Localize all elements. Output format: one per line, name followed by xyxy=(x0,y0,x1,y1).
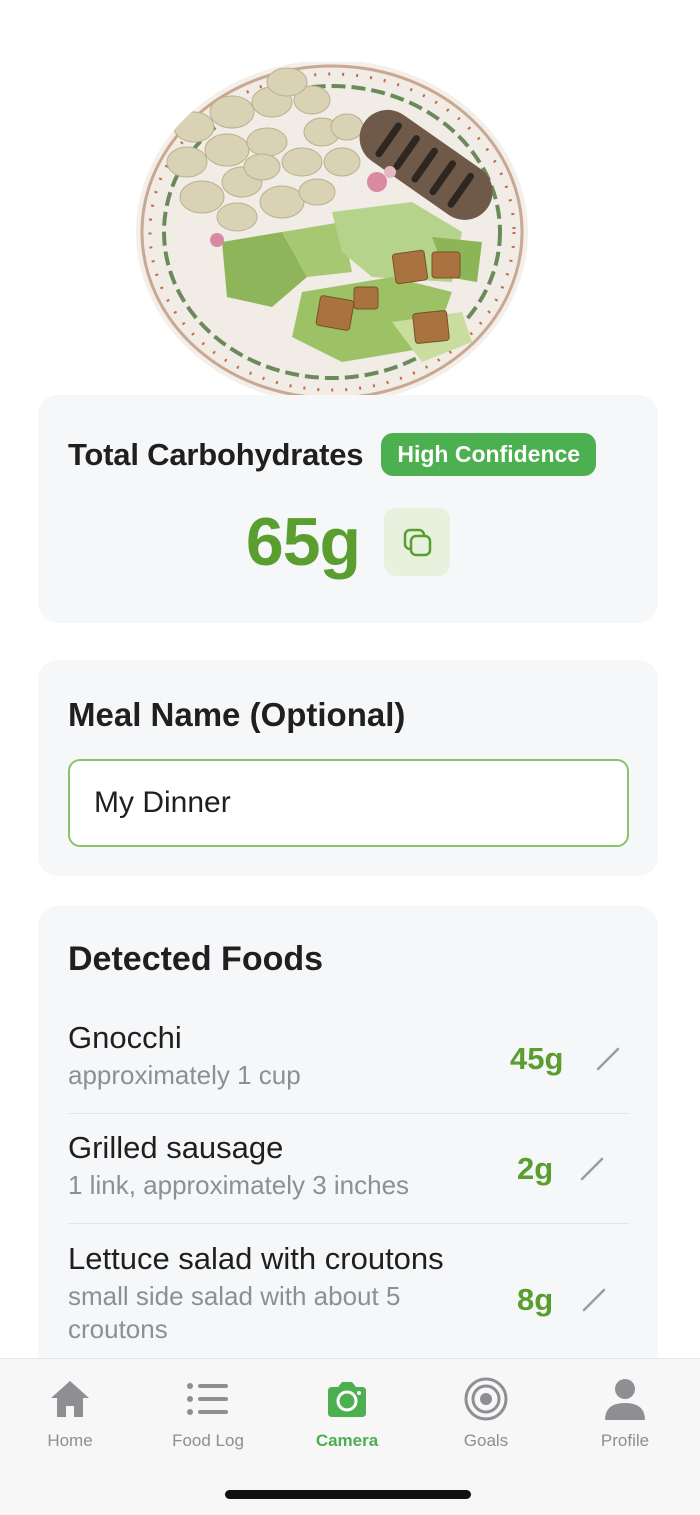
edit-icon[interactable] xyxy=(594,1045,622,1073)
food-carb-value: 8g xyxy=(517,1282,554,1317)
person-icon xyxy=(605,1379,645,1420)
food-name: Lettuce salad with croutons xyxy=(68,1241,444,1276)
tab-label: Food Log xyxy=(172,1431,244,1450)
meal-name-label: Meal Name (Optional) xyxy=(68,696,406,733)
tab-label: Goals xyxy=(463,1431,509,1450)
tab-goals[interactable]: Goals xyxy=(431,1373,541,1451)
confidence-badge: High Confidence xyxy=(381,433,597,476)
meal-name-input[interactable] xyxy=(68,759,629,847)
tab-food-log[interactable]: Food Log xyxy=(153,1373,263,1451)
copy-button[interactable] xyxy=(384,508,451,576)
carb-summary-card: Total Carbohydrates High Confidence 65g xyxy=(38,395,658,623)
edit-icon[interactable] xyxy=(578,1155,606,1183)
meal-name-card: Meal Name (Optional) xyxy=(38,660,658,876)
tab-label: Camera xyxy=(315,1431,379,1450)
home-indicator[interactable] xyxy=(225,1490,471,1499)
food-description: small side salad with about 5 croutons xyxy=(68,1281,401,1344)
list-icon xyxy=(187,1383,228,1415)
food-carb-value: 2g xyxy=(517,1151,554,1186)
meal-photo xyxy=(132,62,532,407)
detected-foods-card: Detected Foods Gnocchi approximately 1 c… xyxy=(38,906,658,1426)
tab-label: Home xyxy=(47,1431,93,1450)
home-icon xyxy=(51,1381,89,1417)
carb-total-value: 65g xyxy=(245,504,361,580)
camera-icon xyxy=(328,1382,366,1417)
copy-icon xyxy=(403,528,432,557)
food-item[interactable]: Lettuce salad with croutons small side s… xyxy=(68,1240,629,1360)
detected-foods-title: Detected Foods xyxy=(68,940,324,978)
carb-title: Total Carbohydrates xyxy=(68,436,364,472)
target-icon xyxy=(464,1377,508,1421)
food-item[interactable]: Gnocchi approximately 1 cup 45g xyxy=(68,1019,629,1114)
tab-profile[interactable]: Profile xyxy=(570,1373,680,1451)
tab-home[interactable]: Home xyxy=(15,1373,125,1451)
food-item[interactable]: Grilled sausage 1 link, approximately 3 … xyxy=(68,1129,629,1224)
food-description: approximately 1 cup xyxy=(68,1060,301,1090)
food-carb-value: 45g xyxy=(510,1041,564,1076)
tab-label: Profile xyxy=(600,1431,650,1450)
edit-icon[interactable] xyxy=(580,1286,608,1314)
tab-camera[interactable]: Camera xyxy=(292,1373,402,1451)
food-description: 1 link, approximately 3 inches xyxy=(68,1170,410,1200)
